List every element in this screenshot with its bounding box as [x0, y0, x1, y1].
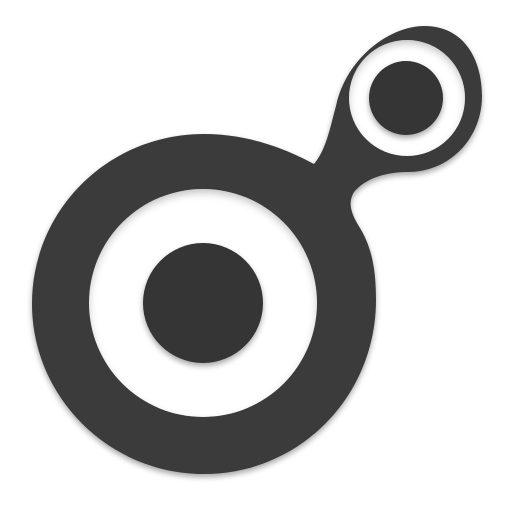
connected-rings-logo-icon [32, 26, 482, 474]
large-center-dot [143, 243, 263, 363]
small-center-dot [369, 61, 443, 135]
icon-canvas [0, 0, 512, 512]
